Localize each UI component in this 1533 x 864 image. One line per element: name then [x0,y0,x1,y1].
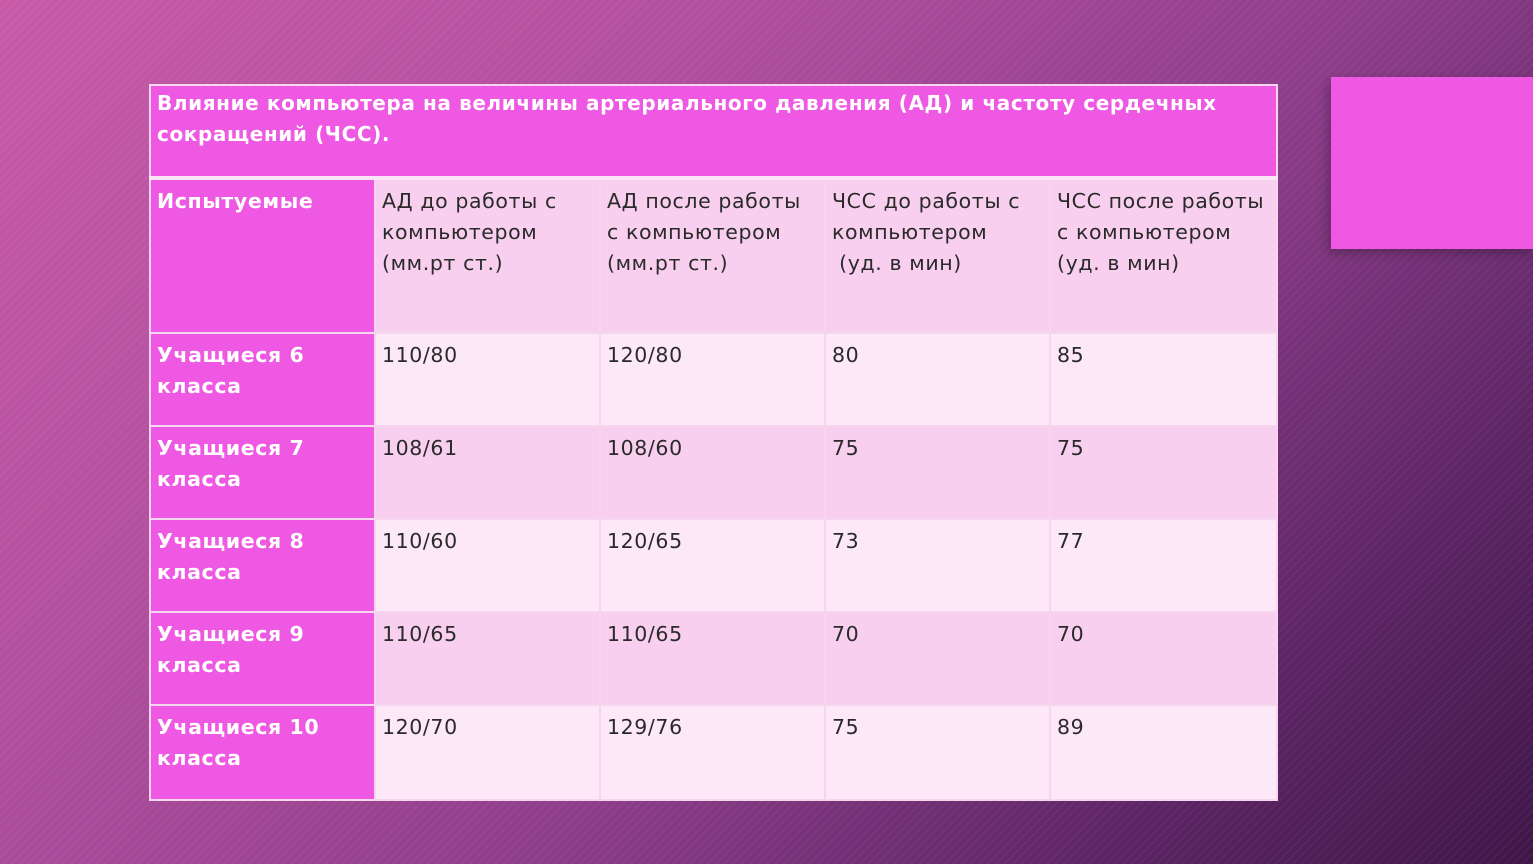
table-row: Учащиеся 8 класса 110/60 120/65 73 77 [149,518,1279,613]
decorative-pink-block [1331,77,1533,249]
table-caption: Влияние компьютера на величины артериаль… [148,84,1279,180]
row-label: Учащиеся 8 класса [149,518,376,613]
table-cell: 77 [1048,518,1279,613]
table-cell: 120/70 [374,704,601,801]
row-label: Учащиеся 9 класса [149,611,376,706]
table-cell: 110/65 [599,611,826,706]
row-label: Учащиеся 7 класса [149,425,376,520]
table-row: Учащиеся 9 класса 110/65 110/65 70 70 [149,611,1279,706]
header-subjects: Испытуемые [149,177,376,334]
table-cell: 110/80 [374,332,601,427]
header-row: Испытуемые АД до работы с компьютером (м… [149,177,1279,334]
table-cell: 108/61 [374,425,601,520]
table-cell: 110/65 [374,611,601,706]
table-cell: 120/80 [599,332,826,427]
header-bp-before: АД до работы с компьютером (мм.рт ст.) [374,177,601,334]
table-cell: 70 [824,611,1051,706]
table-row: Учащиеся 10 класса 120/70 129/76 75 89 [149,704,1279,801]
row-label: Учащиеся 6 класса [149,332,376,427]
table-cell: 75 [1048,425,1279,520]
header-bp-after: АД после работы с компьютером (мм.рт ст.… [599,177,826,334]
table-cell: 108/60 [599,425,826,520]
table-cell: 80 [824,332,1051,427]
table-cell: 120/65 [599,518,826,613]
table-cell: 129/76 [599,704,826,801]
blood-pressure-table: Влияние компьютера на величины артериаль… [148,84,1279,801]
table-cell: 85 [1048,332,1279,427]
table-cell: 73 [824,518,1051,613]
header-hr-before: ЧСС до работы с компьютером (уд. в мин) [824,177,1051,334]
table-row: Учащиеся 6 класса 110/80 120/80 80 85 [149,332,1279,427]
table-cell: 70 [1048,611,1279,706]
header-hr-after: ЧСС после работы с компьютером (уд. в ми… [1048,177,1279,334]
table-cell: 89 [1048,704,1279,801]
table-cell: 110/60 [374,518,601,613]
data-table-container: Влияние компьютера на величины артериаль… [148,84,1279,801]
table-row: Учащиеся 7 класса 108/61 108/60 75 75 [149,425,1279,520]
row-label: Учащиеся 10 класса [149,704,376,801]
caption-row: Влияние компьютера на величины артериаль… [148,84,1279,180]
table-cell: 75 [824,704,1051,801]
table-cell: 75 [824,425,1051,520]
